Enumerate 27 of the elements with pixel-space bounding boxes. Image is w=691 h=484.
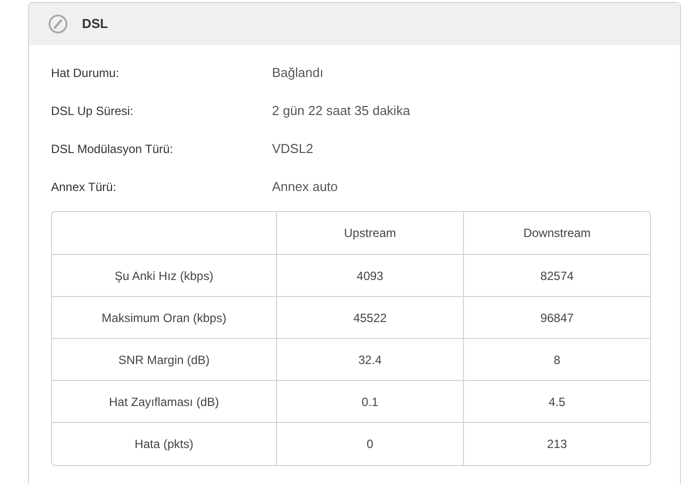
- field-value: Annex auto: [272, 178, 338, 196]
- table-cell-text: 96847: [539, 310, 575, 326]
- table-cell: 45522: [277, 297, 464, 338]
- field-label: DSL Up Süresi:: [51, 103, 134, 120]
- field-value: Bağlandı: [272, 64, 324, 82]
- panel-title: DSL: [82, 15, 108, 34]
- table-cell: 0: [277, 423, 464, 465]
- table-cell: 4093: [277, 255, 464, 296]
- field-label: DSL Modülasyon Türü:: [51, 141, 174, 158]
- table-cell: Şu Anki Hız (kbps): [52, 255, 277, 296]
- field-value: 2 gün 22 saat 35 dakika: [272, 102, 410, 120]
- table-cell: Maksimum Oran (kbps): [52, 297, 277, 338]
- field-label: Hat Durumu:: [51, 65, 120, 82]
- table-cell-text: 213: [546, 436, 568, 453]
- table-cell-text: 82574: [539, 268, 575, 284]
- field-label: Annex Türü:: [51, 179, 118, 196]
- table-cell-text: 8: [552, 352, 562, 368]
- column-header: Upstream: [277, 212, 464, 254]
- table-cell: Hat Zayıflaması (dB): [52, 381, 277, 422]
- table-cell: 0.1: [277, 381, 464, 422]
- table-cell: SNR Margin (dB): [52, 339, 277, 380]
- table-cell-text: 4.5: [548, 394, 566, 410]
- field-value: VDSL2: [272, 140, 314, 158]
- table-cell: 32.4: [277, 339, 464, 380]
- table-cell: Hata (pkts): [52, 423, 277, 465]
- column-header: Downstream: [522, 225, 592, 242]
- phone-icon: [48, 14, 68, 34]
